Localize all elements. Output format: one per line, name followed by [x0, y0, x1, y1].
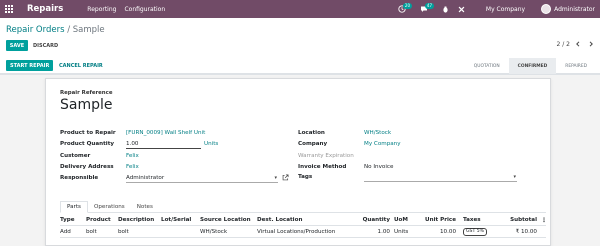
notebook-tabs: Parts Operations Notes: [60, 201, 546, 213]
location-field[interactable]: WH/Stock: [364, 130, 391, 136]
tab-parts[interactable]: Parts: [60, 201, 88, 213]
menu-reporting[interactable]: Reporting: [87, 6, 116, 13]
delivery-address-field[interactable]: Felix: [126, 164, 139, 170]
quantity-label: Product Quantity: [60, 141, 115, 147]
breadcrumb-current: Sample: [72, 25, 105, 35]
breadcrumb-parent[interactable]: Repair Orders: [6, 25, 65, 35]
bug-icon[interactable]: [440, 0, 452, 18]
close-icon[interactable]: [456, 0, 468, 18]
save-button[interactable]: SAVE: [6, 40, 28, 51]
chevron-down-icon: ▾: [513, 174, 516, 180]
parts-table: Type Product Description Lot/Serial Sour…: [60, 214, 547, 238]
tax-tag[interactable]: GST 5%: [463, 228, 488, 236]
col-dest-location[interactable]: Dest. Location: [257, 214, 302, 226]
menu-configuration[interactable]: Configuration: [124, 6, 165, 13]
app-brand[interactable]: Repairs: [27, 4, 63, 14]
stage-confirmed[interactable]: CONFIRMED: [508, 58, 557, 74]
chat-icon[interactable]: 47: [418, 0, 434, 18]
activity-icon[interactable]: 20: [396, 0, 412, 18]
pager-next-button[interactable]: [586, 39, 596, 49]
pager-prev-button[interactable]: [573, 39, 583, 49]
warranty-expiration-label: Warranty Expiration: [298, 153, 354, 159]
form-sheet: Repair Reference Sample Product to Repai…: [45, 78, 551, 246]
tags-label: Tags: [298, 174, 313, 180]
col-type[interactable]: Type: [60, 214, 75, 226]
col-subtotal[interactable]: Subtotal: [500, 214, 537, 226]
avatar[interactable]: [541, 4, 552, 14]
col-product[interactable]: Product: [86, 214, 111, 226]
cell-quantity: 1.00: [377, 229, 390, 235]
cell-type: Add: [60, 229, 71, 235]
stage-repaired[interactable]: REPAIRED: [556, 58, 596, 74]
col-source-location[interactable]: Source Location: [200, 214, 251, 226]
responsible-label: Responsible: [60, 175, 99, 181]
activity-count-badge: 20: [402, 3, 412, 9]
invoice-method-field[interactable]: No Invoice: [364, 164, 393, 170]
responsible-value: Administrator: [126, 175, 165, 181]
col-description[interactable]: Description: [118, 214, 154, 226]
tab-notes[interactable]: Notes: [131, 201, 159, 213]
customer-field[interactable]: Felix: [126, 153, 139, 159]
user-menu[interactable]: Administrator: [554, 6, 595, 13]
quantity-field[interactable]: 1.00: [126, 141, 201, 149]
cell-description: bolt: [118, 229, 129, 235]
col-taxes[interactable]: Taxes: [463, 214, 481, 226]
repair-reference-label: Repair Reference: [60, 90, 113, 96]
breadcrumb: Repair Orders / Sample: [6, 25, 105, 35]
statusbar: START REPAIR CANCEL REPAIR QUOTATION CON…: [0, 58, 600, 74]
col-unit-price[interactable]: Unit Price: [416, 214, 456, 226]
product-label: Product to Repair: [60, 130, 116, 136]
messages-count-badge: 47: [424, 3, 434, 9]
cell-dest-location: Virtual Locations/Production: [257, 229, 336, 235]
cell-subtotal: ₹ 10.00: [515, 229, 537, 235]
col-quantity[interactable]: Quantity: [350, 214, 390, 226]
cell-unit-price: 10.00: [439, 229, 456, 235]
invoice-method-label: Invoice Method: [298, 164, 347, 170]
cell-product: bolt: [86, 229, 97, 235]
breadcrumb-separator: /: [67, 25, 71, 35]
top-navbar: Repairs Reporting Configuration 20 47 My…: [0, 0, 600, 18]
optional-columns-icon[interactable]: ⋮: [541, 214, 547, 226]
cell-source-location: WH/Stock: [200, 229, 228, 235]
company-switcher[interactable]: My Company: [486, 6, 525, 13]
repair-reference-title: Sample: [60, 97, 113, 113]
quantity-uom[interactable]: Units: [204, 141, 218, 147]
app-grid-icon[interactable]: [0, 0, 18, 18]
start-repair-button[interactable]: START REPAIR: [6, 60, 54, 71]
customer-label: Customer: [60, 153, 91, 159]
cancel-repair-button[interactable]: CANCEL REPAIR: [59, 60, 103, 71]
pager-value: 2 / 2: [556, 41, 570, 48]
discard-button[interactable]: DISCARD: [33, 40, 58, 51]
location-label: Location: [298, 130, 325, 136]
stage-quotation[interactable]: QUOTATION: [465, 58, 509, 74]
quantity-value: 1.00: [126, 141, 139, 147]
col-uom[interactable]: UoM: [394, 214, 408, 226]
table-header-row: Type Product Description Lot/Serial Sour…: [60, 214, 547, 226]
company-label: Company: [298, 141, 328, 147]
cell-uom: Units: [394, 229, 409, 235]
col-lot-serial[interactable]: Lot/Serial: [161, 214, 191, 226]
chevron-down-icon: ▾: [274, 175, 277, 181]
tab-operations[interactable]: Operations: [88, 201, 131, 213]
external-link-icon[interactable]: [282, 174, 289, 183]
responsible-select[interactable]: Administrator ▾: [126, 175, 278, 183]
tags-field[interactable]: ▾: [364, 174, 517, 182]
product-field[interactable]: [FURN_0009] Wall Shelf Unit: [126, 130, 205, 136]
delivery-address-label: Delivery Address: [60, 164, 114, 170]
stage-pipeline: QUOTATION CONFIRMED REPAIRED: [465, 58, 596, 74]
company-field[interactable]: My Company: [364, 141, 401, 147]
table-row[interactable]: Add bolt bolt WH/Stock Virtual Locations…: [60, 226, 546, 238]
